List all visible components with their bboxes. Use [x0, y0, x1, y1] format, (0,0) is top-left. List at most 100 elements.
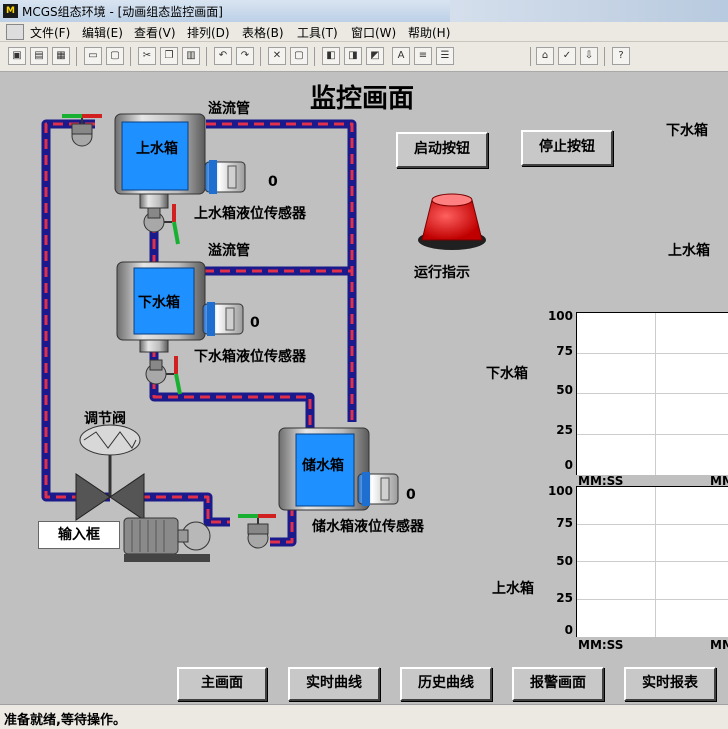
- gridline: [577, 524, 728, 525]
- menu-tools[interactable]: 工具(T): [297, 24, 338, 41]
- right-upper-tank-label: 上水箱: [668, 243, 710, 259]
- nav-alarm-screen-button[interactable]: 报警画面: [512, 667, 604, 701]
- storage-sensor-value: 0: [406, 487, 416, 503]
- start-button[interactable]: 启动按钮: [396, 132, 488, 168]
- overflow-pipe-label-1: 溢流管: [208, 101, 250, 117]
- chart-upper-ytick: 50: [556, 554, 573, 568]
- lower-sensor-icon: [202, 302, 244, 336]
- chart-upper-ytick: 0: [564, 623, 573, 637]
- menu-help[interactable]: 帮助(H): [408, 24, 450, 41]
- right-lower-tank-label: 下水箱: [666, 123, 708, 139]
- tools-icon[interactable]: ✕: [268, 47, 286, 65]
- title-bar: M MCGS组态环境 - [动画组态监控画面]: [0, 0, 728, 23]
- upper-sensor-value: 0: [268, 174, 278, 190]
- menu-view[interactable]: 查看(V): [134, 24, 176, 41]
- gridline: [577, 599, 728, 600]
- chart-lower-ytick: 75: [556, 344, 573, 358]
- toolbar-separator: [314, 47, 315, 66]
- new-window-icon[interactable]: ▣: [8, 47, 26, 65]
- upper-sensor-label: 上水箱液位传感器: [194, 206, 306, 222]
- redo-icon[interactable]: ↷: [236, 47, 254, 65]
- chart-upper-label: 上水箱: [492, 581, 534, 597]
- property-icon[interactable]: ⌂: [536, 47, 554, 65]
- regulating-valve-icon: [75, 424, 145, 521]
- chart-upper-ytick: 75: [556, 516, 573, 530]
- toolbar: ▣ ▤ ▦ ▭ ▢ ✂ ❐ ▥ ↶ ↷ ✕ ▢ ◧ ◨ ◩ A ≡ ☰ ⌂ ✓ …: [0, 42, 728, 72]
- regulating-valve-label: 调节阀: [84, 411, 126, 427]
- monitor-canvas: 监控画面 溢流管 溢流管 上水箱 下水箱 储水箱 上水箱液位传感器 下水箱液位传…: [0, 72, 728, 704]
- chart-lower-plot: [576, 312, 728, 475]
- stop-button[interactable]: 停止按钮: [521, 130, 613, 166]
- paste-icon[interactable]: ▥: [182, 47, 200, 65]
- window-title: MCGS组态环境 - [动画组态监控画面]: [22, 5, 223, 19]
- help-icon[interactable]: ?: [612, 47, 630, 65]
- open-icon[interactable]: ▤: [30, 47, 48, 65]
- gridline: [577, 434, 728, 435]
- lower-tank-label: 下水箱: [138, 295, 180, 311]
- save-icon[interactable]: ▦: [52, 47, 70, 65]
- nav-realtime-report-button[interactable]: 实时报表: [624, 667, 716, 701]
- cut-icon[interactable]: ✂: [138, 47, 156, 65]
- copy-icon[interactable]: ❐: [160, 47, 178, 65]
- lower-sensor-label: 下水箱液位传感器: [194, 349, 306, 365]
- toolbar-separator: [76, 47, 77, 66]
- menu-table[interactable]: 表格(B): [242, 24, 284, 41]
- chart-upper-plot: [576, 486, 728, 637]
- chart-upper-xtick: MM: [710, 638, 728, 652]
- pump-icon: [123, 517, 211, 562]
- storage-tank-label: 储水箱: [302, 458, 344, 474]
- lower-sensor-value: 0: [250, 315, 260, 331]
- font-icon[interactable]: A: [392, 47, 410, 65]
- menu-window[interactable]: 窗口(W): [351, 24, 396, 41]
- print-icon[interactable]: ▭: [84, 47, 102, 65]
- list-icon[interactable]: ≡: [414, 47, 432, 65]
- align-left-icon[interactable]: ◧: [322, 47, 340, 65]
- chart-upper-ytick: 25: [556, 591, 573, 605]
- hand-valve-mid-icon: [143, 204, 180, 245]
- chart-lower-ytick: 50: [556, 383, 573, 397]
- menu-arrange[interactable]: 排列(D): [187, 24, 230, 41]
- chart-upper-xtick: MM:SS: [578, 638, 624, 652]
- overflow-pipe-label-2: 溢流管: [208, 243, 250, 259]
- gridline: [655, 313, 656, 475]
- app-logo-icon: M: [3, 4, 18, 18]
- nav-realtime-curve-button[interactable]: 实时曲线: [288, 667, 380, 701]
- toolbar-separator: [260, 47, 261, 66]
- export-icon[interactable]: ⇩: [580, 47, 598, 65]
- chart-lower-ytick: 25: [556, 423, 573, 437]
- chart-lower-label: 下水箱: [486, 366, 528, 382]
- storage-sensor-label: 储水箱液位传感器: [312, 519, 424, 535]
- menu-file[interactable]: 文件(F): [30, 24, 70, 41]
- run-indicator-label: 运行指示: [414, 265, 470, 281]
- gridline: [655, 487, 656, 637]
- chart-lower-ytick: 100: [547, 309, 573, 323]
- align-right-icon[interactable]: ◩: [366, 47, 384, 65]
- storage-sensor-icon: [357, 472, 399, 506]
- list-detail-icon[interactable]: ☰: [436, 47, 454, 65]
- gridline: [577, 393, 728, 394]
- status-text: 准备就绪,等待操作。: [4, 713, 126, 728]
- print-preview-icon[interactable]: ▢: [106, 47, 124, 65]
- screen-title: 监控画面: [310, 84, 415, 114]
- input-box[interactable]: 输入框: [38, 521, 120, 549]
- gridline: [577, 561, 728, 562]
- chart-upper-ytick: 100: [547, 484, 573, 498]
- nav-history-curve-button[interactable]: 历史曲线: [400, 667, 492, 701]
- menu-bar: 文件(F) 编辑(E) 查看(V) 排列(D) 表格(B) 工具(T) 窗口(W…: [0, 22, 728, 42]
- toolbar-separator: [530, 47, 531, 66]
- title-bar-right-area: [450, 0, 728, 22]
- status-bar: 准备就绪,等待操作。: [0, 704, 728, 729]
- chart-lower-ytick: 0: [564, 458, 573, 472]
- doc-icon[interactable]: [6, 24, 24, 40]
- toolbar-separator: [604, 47, 605, 66]
- check-icon[interactable]: ✓: [558, 47, 576, 65]
- window-icon[interactable]: ▢: [290, 47, 308, 65]
- run-indicator-icon: [418, 193, 486, 250]
- undo-icon[interactable]: ↶: [214, 47, 232, 65]
- upper-tank-label: 上水箱: [136, 141, 178, 157]
- menu-edit[interactable]: 编辑(E): [82, 24, 123, 41]
- nav-main-screen-button[interactable]: 主画面: [177, 667, 267, 701]
- upper-sensor-icon: [204, 160, 246, 194]
- upper-tank: [114, 113, 206, 209]
- align-center-icon[interactable]: ◨: [344, 47, 362, 65]
